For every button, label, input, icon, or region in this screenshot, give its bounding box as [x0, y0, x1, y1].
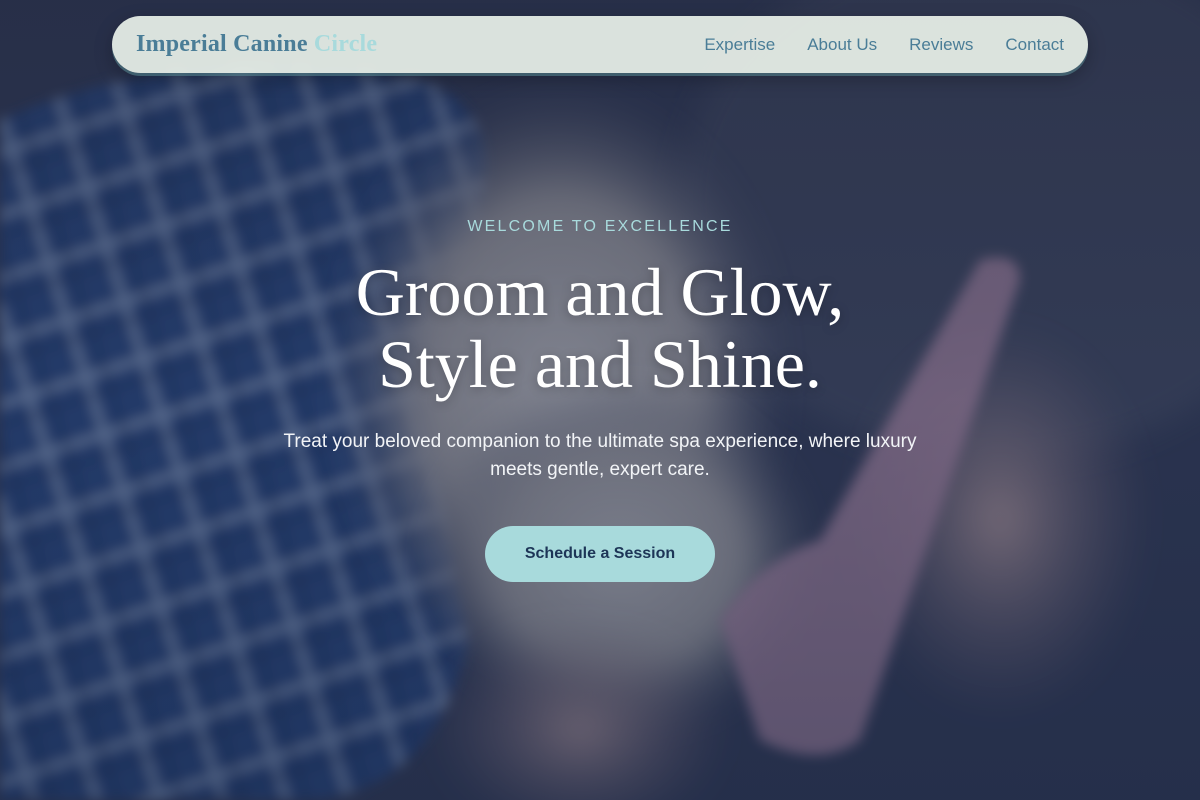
- top-navbar: Imperial Canine Circle Expertise About U…: [112, 16, 1088, 73]
- hero-subtitle: Treat your beloved companion to the ulti…: [283, 431, 917, 480]
- hero-eyebrow: WELCOME TO EXCELLENCE: [467, 218, 733, 235]
- brand-name-accent: Circle: [313, 31, 378, 57]
- brand-name-main: Imperial Canine: [136, 31, 308, 57]
- schedule-session-button[interactable]: Schedule a Session: [485, 526, 715, 582]
- nav-link-about-us[interactable]: About Us: [807, 35, 877, 55]
- hero-headline-line-1: Groom and Glow,: [355, 254, 845, 330]
- hero-headline-line-2: Style and Shine.: [378, 326, 822, 402]
- nav-link-expertise[interactable]: Expertise: [704, 35, 775, 55]
- nav-link-reviews[interactable]: Reviews: [909, 35, 973, 55]
- brand-logo[interactable]: Imperial Canine Circle: [136, 31, 377, 58]
- nav-link-contact[interactable]: Contact: [1005, 35, 1064, 55]
- hero-section: WELCOME TO EXCELLENCE Groom and Glow, St…: [0, 218, 1200, 582]
- hero-headline: Groom and Glow, Style and Shine.: [0, 256, 1200, 400]
- nav-links: Expertise About Us Reviews Contact: [704, 35, 1064, 55]
